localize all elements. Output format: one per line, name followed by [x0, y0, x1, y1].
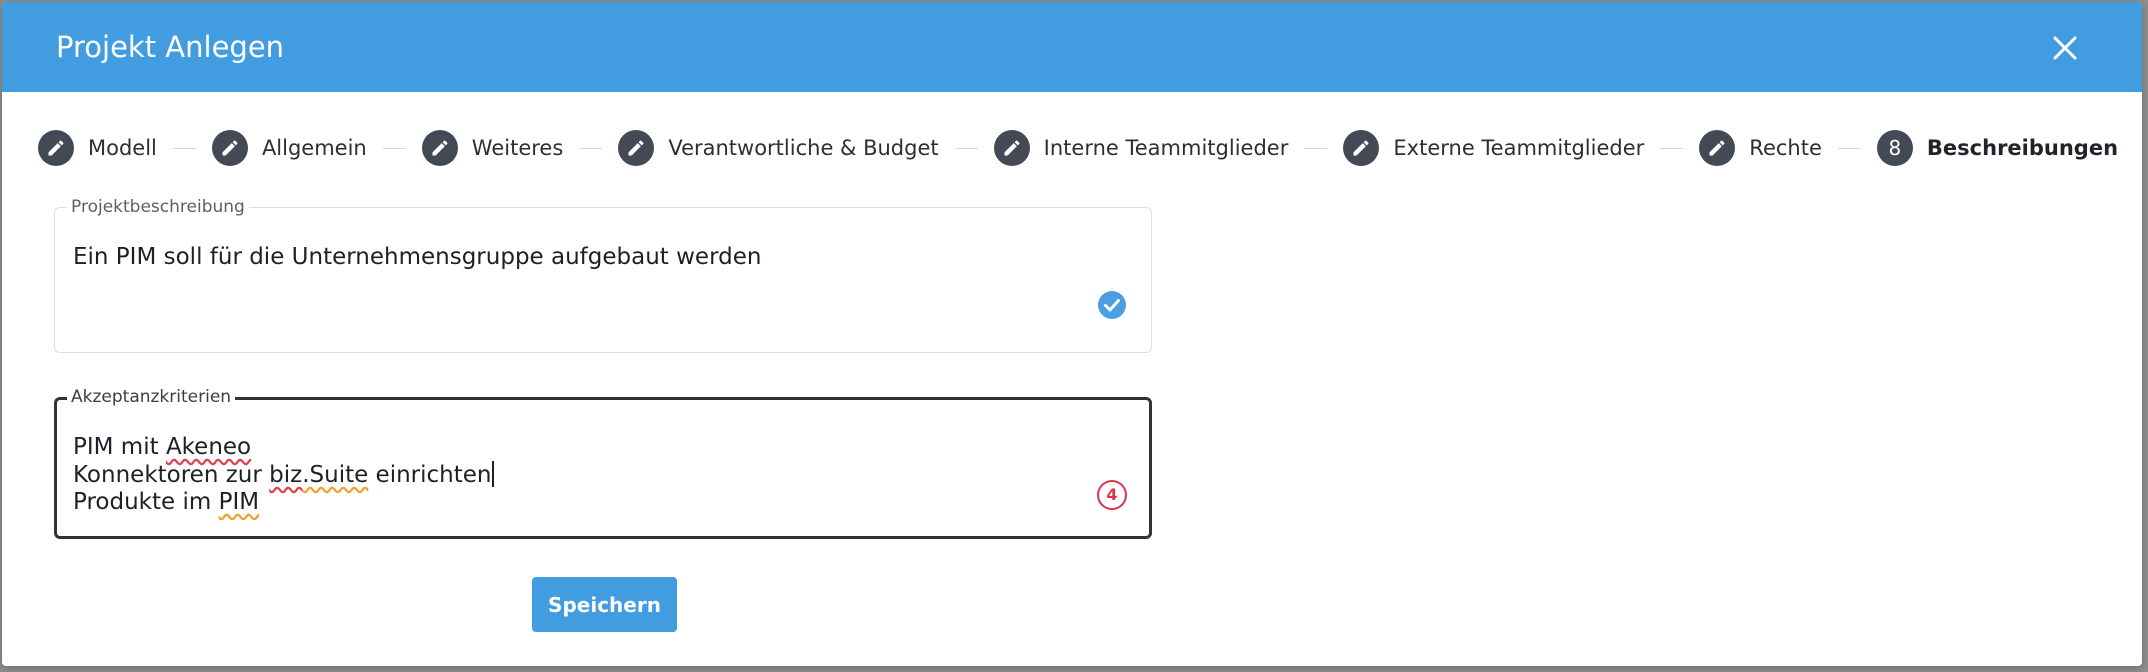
- step-beschreibungen[interactable]: 8 Beschreibungen: [1876, 130, 2119, 166]
- field-label: Projektbeschreibung: [67, 197, 249, 217]
- step-weiteres[interactable]: Weiteres: [421, 130, 564, 166]
- step-label: Verantwortliche & Budget: [668, 136, 939, 160]
- step-circle: [1343, 130, 1380, 166]
- field-label: Akzeptanzkriterien: [67, 387, 236, 407]
- criteria-text: einrichten: [368, 462, 492, 488]
- step-label: Beschreibungen: [1926, 136, 2119, 160]
- step-externe-teammitglieder[interactable]: Externe Teammitglieder: [1343, 130, 1644, 166]
- criteria-text: oren zur: [166, 462, 270, 488]
- step-connector: [1837, 147, 1861, 149]
- pencil-icon: [1709, 140, 1725, 156]
- step-label: Modell: [88, 136, 157, 160]
- step-label: Allgemein: [261, 136, 367, 160]
- step-circle: [38, 130, 74, 166]
- step-connector: [172, 147, 196, 149]
- step-connector: [1660, 147, 1684, 149]
- step-verantwortliche-budget[interactable]: Verantwortliche & Budget: [618, 130, 939, 166]
- step-circle: [421, 130, 458, 166]
- issue-count-badge[interactable]: 4: [1097, 480, 1127, 510]
- pencil-icon: [628, 140, 644, 156]
- pencil-icon: [1004, 140, 1020, 156]
- project-create-dialog: Projekt Anlegen Modell Allgemein Weitere…: [2, 2, 2142, 666]
- step-connector: [579, 147, 603, 149]
- grammar-word: .Suite: [302, 462, 369, 488]
- step-label: Externe Teammitglieder: [1393, 136, 1645, 160]
- criteria-text: Produkte im: [73, 489, 219, 515]
- pencil-icon: [432, 140, 448, 156]
- step-circle: [1699, 130, 1736, 166]
- pencil-icon: [1353, 140, 1369, 156]
- step-circle: [618, 130, 655, 166]
- step-circle: [993, 130, 1030, 166]
- spellcheck-word: Akeneo: [165, 434, 252, 460]
- step-connector: [954, 147, 978, 149]
- grammar-word: PIM: [218, 489, 260, 515]
- step-label: Weiteres: [471, 136, 564, 160]
- step-circle: 8: [1876, 130, 1913, 166]
- criteria-text: Konnekt: [73, 462, 167, 488]
- dialog-header: Projekt Anlegen: [2, 2, 2142, 92]
- save-button[interactable]: Speichern: [532, 577, 677, 632]
- acceptance-criteria-field[interactable]: Akzeptanzkriterien PIM mit Akeneo Konnek…: [54, 387, 1152, 539]
- acceptance-criteria-input[interactable]: PIM mit Akeneo Konnektoren zur biz.Suite…: [73, 434, 494, 516]
- step-connector: [382, 147, 406, 149]
- close-button[interactable]: [2050, 33, 2080, 63]
- dialog-title: Projekt Anlegen: [56, 30, 285, 64]
- spellcheck-word: biz: [269, 462, 303, 488]
- step-allgemein[interactable]: Allgemein: [211, 130, 367, 166]
- close-icon: [2053, 36, 2077, 60]
- check-circle-icon: [1098, 291, 1126, 319]
- step-label: Rechte: [1749, 136, 1822, 160]
- step-number: 8: [1888, 136, 1902, 160]
- pencil-icon: [48, 140, 64, 156]
- pencil-icon: [222, 140, 238, 156]
- step-modell[interactable]: Modell: [38, 130, 157, 166]
- step-rechte[interactable]: Rechte: [1699, 130, 1822, 166]
- project-description-field[interactable]: Projektbeschreibung Ein PIM soll für die…: [54, 197, 1152, 353]
- step-circle: [211, 130, 248, 166]
- step-interne-teammitglieder[interactable]: Interne Teammitglieder: [993, 130, 1289, 166]
- criteria-text: PIM mit: [73, 434, 166, 460]
- step-connector: [1304, 147, 1328, 149]
- text-cursor: [491, 461, 494, 487]
- step-label: Interne Teammitglieder: [1043, 136, 1289, 160]
- project-description-input[interactable]: Ein PIM soll für die Unternehmensgruppe …: [73, 244, 761, 271]
- stepper: Modell Allgemein Weiteres Verantwortlich…: [38, 128, 2118, 168]
